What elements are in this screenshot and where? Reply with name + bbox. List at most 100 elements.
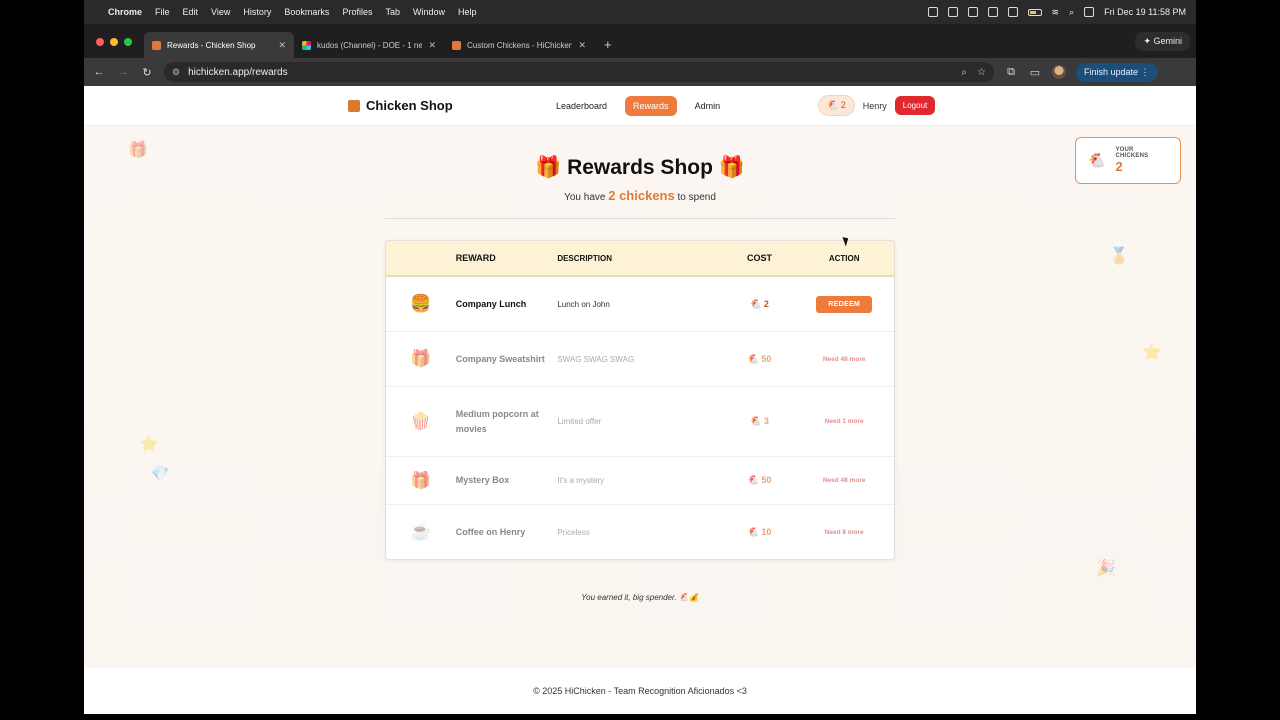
close-tab-icon[interactable]: ✕	[428, 40, 436, 51]
menubar-status-area: ≋ ⌕ Fri Dec 19 11:58 PM	[927, 7, 1186, 18]
site-info-icon[interactable]: ⚙	[172, 67, 180, 78]
header-action: ACTION	[828, 253, 860, 263]
chicken-icon: 🐔	[827, 100, 839, 110]
gift-icon: 🎁	[410, 349, 432, 368]
nav-leaderboard[interactable]: Leaderboard	[548, 96, 615, 116]
grammarly-icon[interactable]	[947, 7, 958, 17]
reward-cost: 🐔 3	[750, 416, 769, 426]
balance-post: to spend	[677, 192, 716, 203]
table-row: 🎁 Company Sweatshirt SWAG SWAG SWAG 🐔 50…	[386, 332, 894, 387]
cost-value: 3	[763, 416, 769, 426]
nav-rewards[interactable]: Rewards	[625, 96, 677, 116]
reload-icon[interactable]: ↻	[140, 66, 154, 79]
macos-menubar: Chrome File Edit View History Bookmarks …	[84, 0, 1196, 24]
window-controls	[96, 38, 132, 46]
reward-description: Priceless	[557, 527, 590, 537]
close-tab-icon[interactable]: ✕	[578, 40, 586, 51]
reward-name: Medium popcorn at movies	[455, 408, 539, 434]
menu-window[interactable]: Window	[413, 7, 445, 17]
balance-pre: You have	[564, 192, 606, 203]
menu-history[interactable]: History	[243, 7, 271, 17]
tab-slack-kudos[interactable]: kudos (Channel) - DOE - 1 new ✕	[294, 32, 444, 58]
tab-label: kudos (Channel) - DOE - 1 new	[317, 40, 423, 50]
spotlight-search-icon[interactable]: ⌕	[1069, 7, 1074, 18]
table-header: REWARD DESCRIPTION COST ACTION	[386, 241, 894, 277]
browser-toolbar: ← → ↻ ⚙ hichicken.app/rewards ⌕ ☆ ⧉ ▭ Fi…	[84, 58, 1196, 86]
header-reward: REWARD	[455, 252, 496, 263]
reward-cost: 🐔 50	[747, 475, 772, 485]
page-title: 🎁 Rewards Shop 🎁	[84, 156, 1196, 180]
burger-icon: 🍔	[410, 294, 432, 313]
zoom-icon[interactable]: ⌕	[961, 67, 967, 78]
reward-description: SWAG SWAG SWAG	[557, 354, 635, 364]
table-row: ☕ Coffee on Henry Priceless 🐔 10 Need 8 …	[386, 505, 894, 559]
footnote: You earned it, big spender. 🐔💰	[581, 593, 699, 602]
divider	[385, 218, 895, 219]
logout-button[interactable]: Logout	[894, 96, 936, 115]
fullscreen-window-button[interactable]	[124, 38, 132, 46]
need-more-label: Need 1 more	[824, 418, 864, 425]
star-decoration-icon: ⭐	[139, 436, 159, 453]
new-tab-button[interactable]: +	[594, 32, 622, 58]
cost-value: 50	[761, 353, 772, 364]
address-bar[interactable]: ⚙ hichicken.app/rewards ⌕ ☆	[164, 62, 994, 82]
reward-cost: 🐔 2	[750, 298, 769, 309]
side-panel-icon[interactable]: ▭	[1028, 66, 1042, 79]
menu-tab[interactable]: Tab	[385, 7, 400, 17]
reward-name: Company Sweatshirt	[455, 353, 545, 364]
balance-amount: 2 chickens	[608, 188, 675, 203]
redeem-button[interactable]: REDEEM	[816, 295, 873, 313]
chicken-logo-icon	[348, 99, 360, 112]
user-area: 🐔 2 Henry Logout	[818, 95, 936, 116]
chicken-balance-pill: 🐔 2	[818, 95, 855, 116]
finish-update-button[interactable]: Finish update ⋮	[1076, 62, 1158, 82]
tab-label: Custom Chickens - HiChicken	[467, 40, 573, 50]
party-popper-decoration-icon: 🎉	[1096, 560, 1116, 577]
main-nav: Leaderboard Rewards Admin	[548, 96, 728, 116]
cost-value: 2	[763, 298, 769, 309]
site-header: Chicken Shop Leaderboard Rewards Admin 🐔…	[84, 86, 1196, 126]
reward-name: Company Lunch	[455, 298, 527, 309]
menu-help[interactable]: Help	[458, 7, 477, 17]
gift-icon: 🎁	[535, 156, 562, 179]
cost-value: 50	[761, 475, 772, 485]
close-window-button[interactable]	[96, 38, 104, 46]
back-icon[interactable]: ←	[92, 66, 106, 78]
brand-logo[interactable]: Chicken Shop	[348, 98, 453, 113]
display-icon[interactable]	[1007, 7, 1018, 17]
menu-file[interactable]: File	[155, 7, 170, 17]
gemini-button[interactable]: ✦ Gemini	[1135, 32, 1190, 51]
close-tab-icon[interactable]: ✕	[278, 40, 286, 51]
minimize-window-button[interactable]	[110, 38, 118, 46]
chicken-balance: 2	[840, 100, 846, 110]
battery-icon[interactable]	[1027, 8, 1042, 16]
record-icon[interactable]	[927, 7, 938, 17]
need-more-label: Need 48 more	[822, 355, 866, 363]
screen-capture-icon[interactable]	[967, 7, 978, 17]
menu-profiles[interactable]: Profiles	[342, 7, 372, 17]
bookmark-star-icon[interactable]: ☆	[977, 67, 986, 78]
wifi-icon[interactable]: ≋	[1052, 7, 1060, 18]
hand-icon[interactable]	[987, 7, 998, 17]
table-row: 🎁 Mystery Box It's a mystery 🐔 50 Need 4…	[386, 457, 894, 505]
need-more-label: Need 8 more	[824, 528, 864, 536]
medal-decoration-icon: 🏅	[1109, 248, 1129, 265]
tab-rewards[interactable]: Rewards - Chicken Shop ✕	[144, 32, 294, 58]
gift-icon: 🎁	[718, 156, 745, 179]
control-center-icon[interactable]	[1084, 7, 1095, 17]
forward-icon[interactable]: →	[116, 66, 130, 78]
url-text[interactable]: hichicken.app/rewards	[188, 67, 288, 78]
extensions-icon[interactable]: ⧉	[1004, 66, 1018, 79]
menu-view[interactable]: View	[211, 7, 230, 17]
slack-favicon-icon	[302, 40, 311, 50]
menubar-datetime[interactable]: Fri Dec 19 11:58 PM	[1104, 7, 1186, 17]
reward-cost: 🐔 10	[747, 526, 772, 537]
username: Henry	[862, 100, 887, 111]
menu-edit[interactable]: Edit	[183, 7, 199, 17]
rewards-table: REWARD DESCRIPTION COST ACTION 🍔 Company…	[385, 240, 895, 560]
nav-admin[interactable]: Admin	[687, 96, 729, 116]
profile-avatar[interactable]	[1052, 65, 1066, 79]
menu-bookmarks[interactable]: Bookmarks	[284, 7, 329, 17]
tab-custom-chickens[interactable]: Custom Chickens - HiChicken ✕	[444, 32, 594, 58]
menu-app-name[interactable]: Chrome	[108, 7, 142, 17]
